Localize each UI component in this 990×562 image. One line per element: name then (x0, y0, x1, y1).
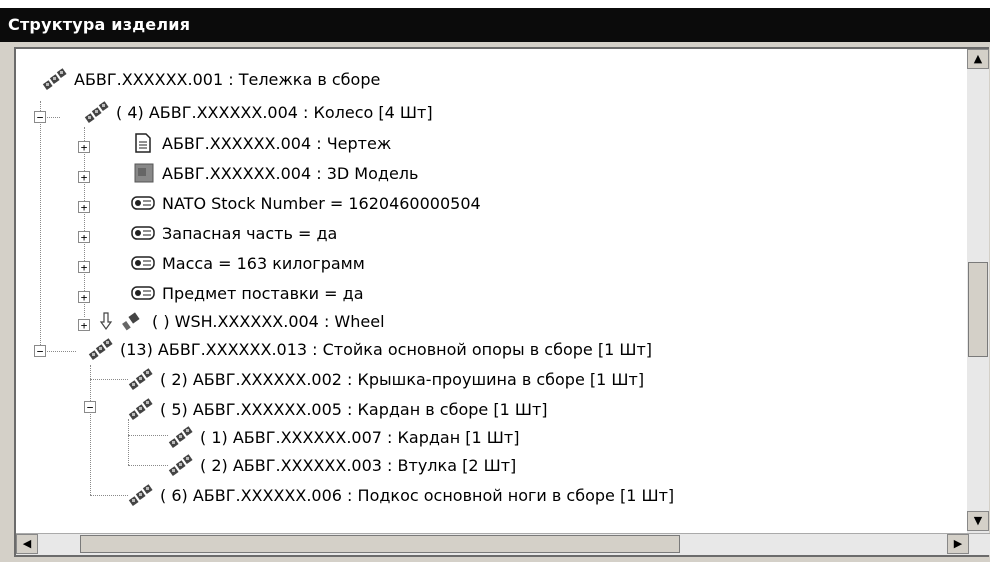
part-icon (120, 310, 146, 332)
tree-item-label: АБВГ.XXXXXX.004 : 3D Модель (162, 163, 419, 183)
window-title: Структура изделия (8, 15, 191, 34)
tree-item-bushing[interactable]: ( 2) АБВГ.XXXXXX.003 : Втулка [2 Шт] (168, 451, 516, 479)
assembly-icon (168, 426, 194, 448)
scroll-left-button[interactable]: ◀ (16, 534, 38, 554)
attribute-tag-icon (130, 222, 156, 244)
assembly-icon (84, 101, 110, 123)
assembly-icon (88, 338, 114, 360)
expand-toggle[interactable]: + (78, 319, 90, 331)
tree-item-wheel-part[interactable]: ( ) WSH.XXXXXX.004 : Wheel (98, 307, 385, 335)
assembly-icon (128, 368, 154, 390)
tree-item-label: (13) АБВГ.XXXXXX.013 : Стойка основной о… (120, 339, 653, 359)
tree-item-attribute-delivery[interactable]: Предмет поставки = да (130, 279, 364, 307)
scroll-up-button[interactable]: ▲ (967, 49, 989, 69)
tree-item-root[interactable]: АБВГ.XXXXXX.001 : Тележка в сборе (42, 65, 380, 93)
tree-item-label: АБВГ.XXXXXX.004 : Чертеж (162, 133, 392, 153)
expand-toggle[interactable]: + (78, 231, 90, 243)
tree-item-label: ( 2) АБВГ.XXXXXX.002 : Крышка-проушина в… (160, 369, 645, 389)
down-arrow-icon (98, 310, 114, 332)
tree-panel: АБВГ.XXXXXX.001 : Тележка в сборе − ( 4)… (14, 47, 990, 557)
expand-toggle[interactable]: + (78, 291, 90, 303)
collapse-toggle[interactable]: − (84, 401, 96, 413)
horizontal-scroll-thumb[interactable] (80, 535, 680, 553)
tree-item-label: ( 5) АБВГ.XXXXXX.005 : Кардан в сборе [1… (160, 399, 548, 419)
tree-item-brace-assembly[interactable]: ( 6) АБВГ.XXXXXX.006 : Подкос основной н… (128, 481, 674, 509)
product-tree[interactable]: АБВГ.XXXXXX.001 : Тележка в сборе − ( 4)… (16, 49, 968, 519)
tree-item-label: ( 6) АБВГ.XXXXXX.006 : Подкос основной н… (160, 485, 675, 505)
tree-item-attribute-spare-part[interactable]: Запасная часть = да (130, 219, 337, 247)
tree-item-label: Запасная часть = да (162, 223, 338, 243)
tree-item-label: ( 1) АБВГ.XXXXXX.007 : Кардан [1 Шт] (200, 427, 520, 447)
expand-toggle[interactable]: + (78, 171, 90, 183)
attribute-tag-icon (130, 252, 156, 274)
document-icon (130, 132, 156, 154)
tree-item-label: ( 2) АБВГ.XXXXXX.003 : Втулка [2 Шт] (200, 455, 517, 475)
tree-item-label: ( 4) АБВГ.XXXXXX.004 : Колесо [4 Шт] (116, 102, 433, 122)
tree-item-drawing[interactable]: АБВГ.XXXXXX.004 : Чертеж (130, 129, 391, 157)
horizontal-scrollbar[interactable]: ◀ ▶ (16, 533, 990, 555)
tree-item-attribute-nsn[interactable]: NATO Stock Number = 1620460000504 (130, 189, 481, 217)
scroll-right-button[interactable]: ▶ (947, 534, 969, 554)
tree-item-label: ( ) WSH.XXXXXX.004 : Wheel (152, 311, 385, 331)
model-3d-icon (130, 162, 156, 184)
vertical-scroll-thumb[interactable] (968, 262, 988, 357)
assembly-icon (128, 484, 154, 506)
tree-item-cover-assembly[interactable]: ( 2) АБВГ.XXXXXX.002 : Крышка-проушина в… (128, 365, 644, 393)
scroll-down-button[interactable]: ▼ (967, 511, 989, 531)
tree-item-cardan-assembly[interactable]: ( 5) АБВГ.XXXXXX.005 : Кардан в сборе [1… (128, 395, 548, 423)
attribute-tag-icon (130, 282, 156, 304)
window-titlebar: Структура изделия (0, 0, 990, 42)
tree-item-3d-model[interactable]: АБВГ.XXXXXX.004 : 3D Модель (130, 159, 418, 187)
tree-item-label: NATO Stock Number = 1620460000504 (162, 193, 481, 213)
assembly-icon (42, 68, 68, 90)
expand-toggle[interactable]: + (78, 261, 90, 273)
tree-item-label: Предмет поставки = да (162, 283, 364, 303)
tree-item-main-strut-assembly[interactable]: (13) АБВГ.XXXXXX.013 : Стойка основной о… (88, 335, 652, 363)
tree-item-label: АБВГ.XXXXXX.001 : Тележка в сборе (74, 69, 381, 89)
expand-toggle[interactable]: + (78, 141, 90, 153)
collapse-toggle[interactable]: − (34, 345, 46, 357)
tree-item-wheel-assembly[interactable]: ( 4) АБВГ.XXXXXX.004 : Колесо [4 Шт] (84, 98, 433, 126)
attribute-tag-icon (130, 192, 156, 214)
assembly-icon (168, 454, 194, 476)
tree-item-cardan[interactable]: ( 1) АБВГ.XXXXXX.007 : Кардан [1 Шт] (168, 423, 519, 451)
tree-item-attribute-mass[interactable]: Масса = 163 килограмм (130, 249, 365, 277)
assembly-icon (128, 398, 154, 420)
collapse-toggle[interactable]: − (34, 111, 46, 123)
tree-item-label: Масса = 163 килограмм (162, 253, 365, 273)
vertical-scrollbar[interactable]: ▲ ▼ (967, 49, 989, 539)
product-structure-window: Структура изделия АБВГ.XXXXXX.001 : Теле… (0, 0, 990, 562)
expand-toggle[interactable]: + (78, 201, 90, 213)
